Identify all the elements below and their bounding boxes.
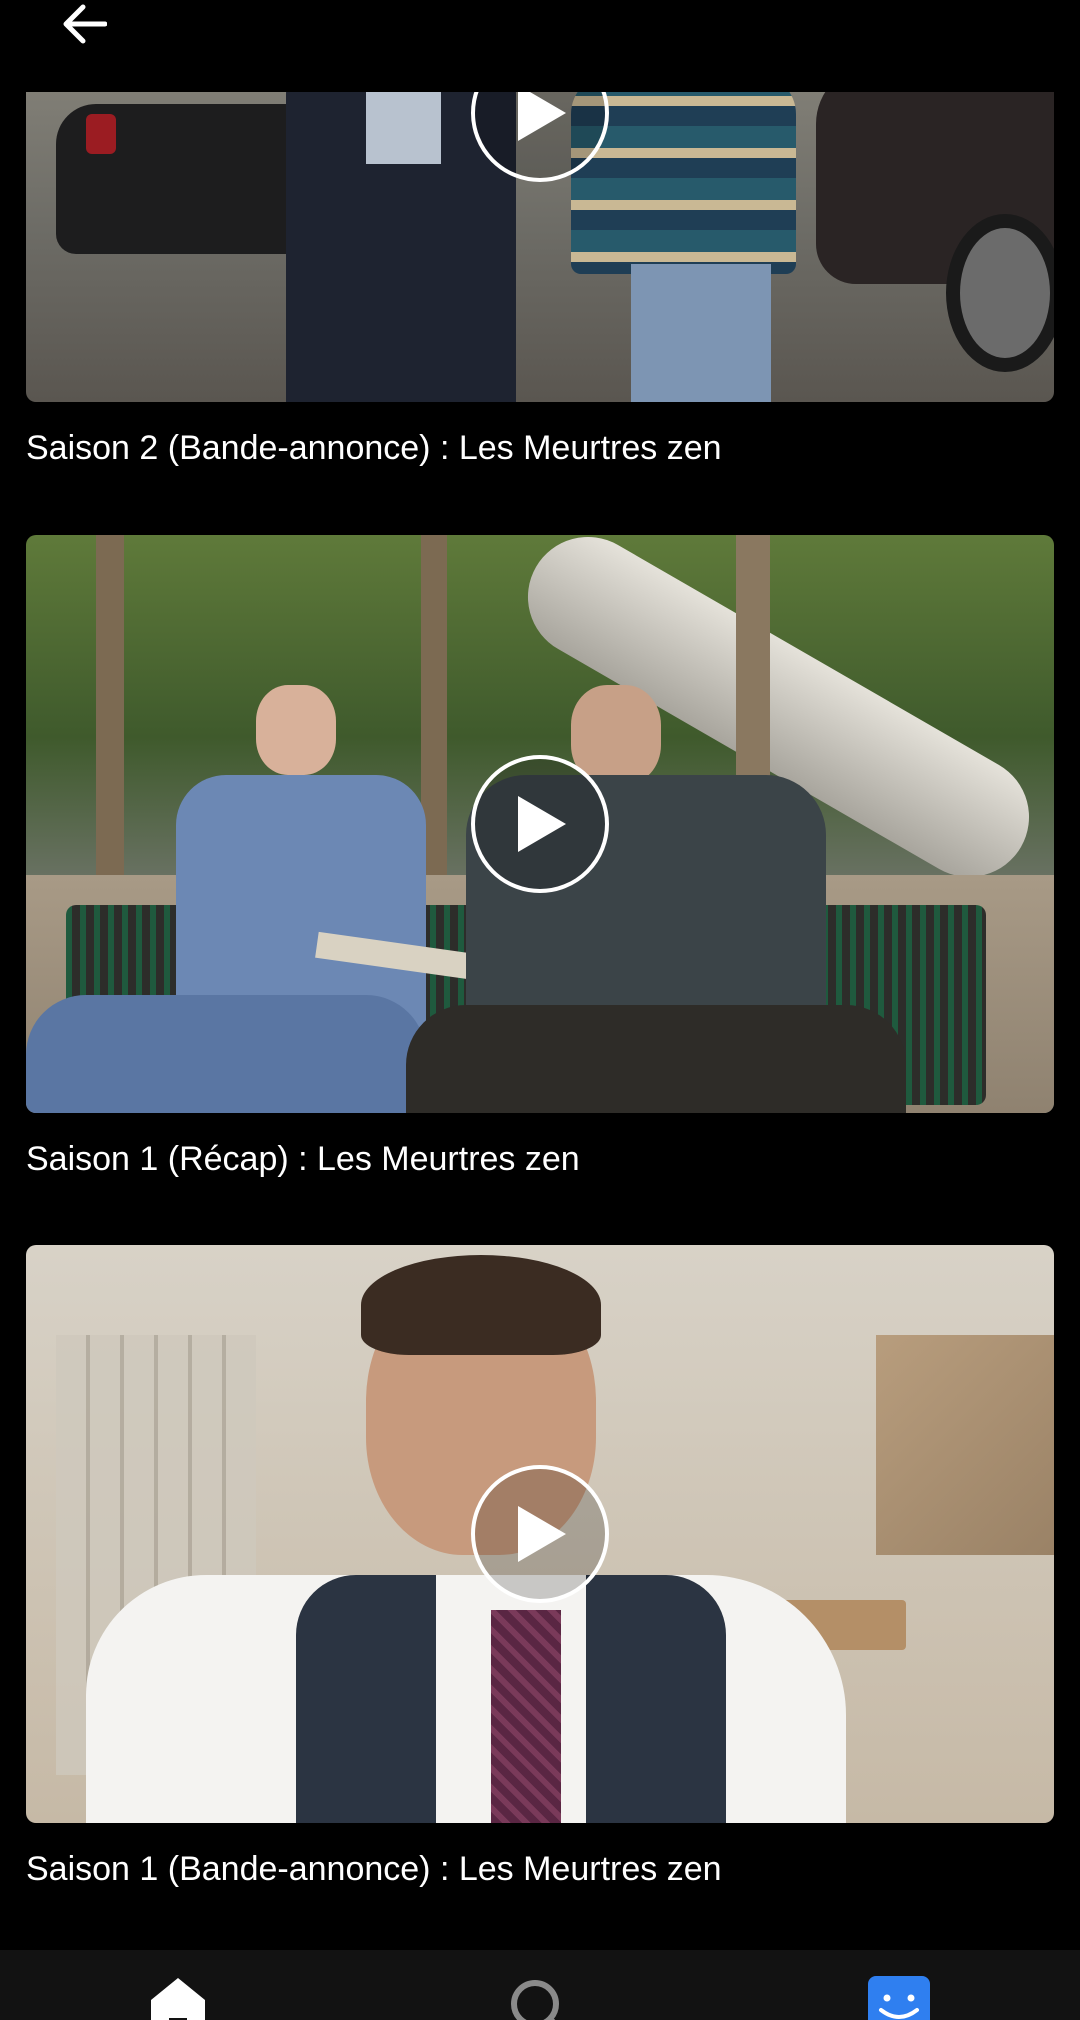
- nav-home[interactable]: [143, 1974, 213, 2020]
- search-icon: [511, 1980, 559, 2020]
- video-thumbnail[interactable]: [26, 535, 1054, 1113]
- nav-profile[interactable]: [864, 1974, 934, 2020]
- back-button[interactable]: [52, 0, 116, 48]
- video-card[interactable]: Saison 1 (Récap) : Les Meurtres zen: [26, 535, 1054, 1181]
- play-button[interactable]: [471, 1465, 609, 1603]
- home-icon: [151, 1978, 205, 2020]
- video-title: Saison 2 (Bande-annonce) : Les Meurtres …: [26, 429, 722, 467]
- arrow-left-icon: [63, 4, 107, 44]
- bottom-navigation: [0, 1950, 1080, 2020]
- video-list[interactable]: Saison 2 (Bande-annonce) : Les Meurtres …: [0, 0, 1080, 1950]
- play-button[interactable]: [471, 755, 609, 893]
- play-icon: [518, 1506, 566, 1562]
- profile-icon: [868, 1976, 930, 2020]
- play-icon: [518, 796, 566, 852]
- nav-search[interactable]: [503, 1974, 573, 2020]
- video-title: Saison 1 (Bande-annonce) : Les Meurtres …: [26, 1850, 722, 1888]
- video-title: Saison 1 (Récap) : Les Meurtres zen: [26, 1140, 580, 1178]
- video-thumbnail[interactable]: [26, 1245, 1054, 1823]
- top-bar: [0, 0, 1080, 92]
- video-card[interactable]: Saison 1 (Bande-annonce) : Les Meurtres …: [26, 1245, 1054, 1891]
- play-icon: [518, 85, 566, 141]
